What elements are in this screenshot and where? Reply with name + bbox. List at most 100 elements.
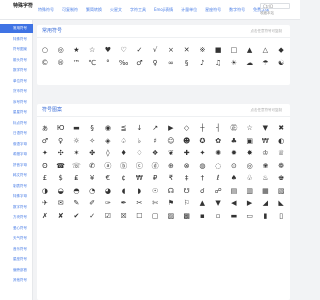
symbol-cell[interactable]: ◔ bbox=[84, 185, 100, 198]
symbol-cell[interactable]: ✘ bbox=[53, 210, 69, 223]
sidebar-item[interactable]: 数字符号 bbox=[0, 203, 33, 212]
symbol-cell[interactable]: ◆ bbox=[273, 44, 289, 57]
sidebar-item[interactable]: 特殊字母 bbox=[0, 192, 33, 201]
symbol-cell[interactable]: ✈ bbox=[37, 197, 53, 210]
symbol-cell[interactable]: ◣ bbox=[273, 197, 289, 210]
symbol-cell[interactable]: ☒ bbox=[116, 210, 132, 223]
symbol-cell[interactable]: ▼ bbox=[258, 122, 274, 135]
symbol-cell[interactable]: △ bbox=[258, 44, 274, 57]
symbol-cell[interactable]: ♤ bbox=[116, 135, 132, 148]
symbol-cell[interactable]: ▤ bbox=[226, 185, 242, 198]
symbol-cell[interactable]: ✐ bbox=[84, 197, 100, 210]
nav-item[interactable]: 繁简转换 bbox=[86, 7, 102, 13]
nav-item[interactable]: 计量单位 bbox=[181, 7, 197, 13]
symbol-cell[interactable]: ◍ bbox=[195, 160, 211, 173]
symbol-cell[interactable]: ❁ bbox=[273, 160, 289, 173]
symbol-cell[interactable]: ♂ bbox=[37, 135, 53, 148]
symbol-cell[interactable]: ° bbox=[100, 57, 116, 70]
symbol-cell[interactable]: ♡ bbox=[116, 44, 132, 57]
symbol-cell[interactable]: ◓ bbox=[69, 185, 85, 198]
bookmark-shortcut[interactable]: CtrlD bbox=[260, 3, 290, 9]
symbol-cell[interactable]: ◐ bbox=[273, 135, 289, 148]
symbol-cell[interactable]: ◊ bbox=[100, 147, 116, 160]
symbol-cell[interactable]: $ bbox=[53, 172, 69, 185]
symbol-cell[interactable]: ★ bbox=[69, 44, 85, 57]
symbol-cell[interactable]: ♀ bbox=[147, 57, 163, 70]
symbol-cell[interactable]: ⊙ bbox=[226, 160, 242, 173]
symbol-cell[interactable]: ✚ bbox=[179, 147, 195, 160]
symbol-cell[interactable]: ✣ bbox=[53, 147, 69, 160]
symbol-cell[interactable]: ▬ bbox=[69, 122, 85, 135]
symbol-cell[interactable]: ∞ bbox=[163, 57, 179, 70]
symbol-cell[interactable]: ℓ bbox=[210, 172, 226, 185]
symbol-cell[interactable]: † bbox=[195, 172, 211, 185]
symbol-cell[interactable]: ₩ bbox=[132, 172, 148, 185]
symbol-cell[interactable]: ☊ bbox=[163, 185, 179, 198]
symbol-cell[interactable]: ❀ bbox=[258, 160, 274, 173]
symbol-cell[interactable]: ⓐ bbox=[100, 160, 116, 173]
symbol-cell[interactable]: × bbox=[163, 44, 179, 57]
symbol-cell[interactable]: ♂ bbox=[132, 57, 148, 70]
symbol-cell[interactable]: ▼ bbox=[210, 197, 226, 210]
symbol-cell[interactable]: ₹ bbox=[163, 172, 179, 185]
symbol-cell[interactable]: ▢ bbox=[147, 210, 163, 223]
sidebar-item[interactable]: 方块符号 bbox=[0, 213, 33, 222]
symbol-cell[interactable]: ○ bbox=[37, 44, 53, 57]
symbol-cell[interactable]: © bbox=[37, 57, 53, 70]
symbol-cell[interactable]: ☍ bbox=[210, 185, 226, 198]
symbol-cell[interactable]: ♕ bbox=[273, 147, 289, 160]
sidebar-item[interactable]: 韩文符号 bbox=[0, 171, 33, 180]
symbol-cell[interactable]: ▫ bbox=[210, 210, 226, 223]
nav-item[interactable]: 特殊符号 bbox=[38, 7, 54, 13]
symbol-cell[interactable]: ┤ bbox=[210, 122, 226, 135]
symbol-cell[interactable]: ♔ bbox=[258, 147, 274, 160]
sidebar-item[interactable]: 星星符号 bbox=[0, 108, 33, 117]
symbol-cell[interactable]: ☻ bbox=[179, 135, 195, 148]
symbol-cell[interactable]: ぁ bbox=[37, 122, 53, 135]
symbol-cell[interactable]: § bbox=[179, 57, 195, 70]
symbol-cell[interactable]: ✶ bbox=[69, 147, 85, 160]
symbol-cell[interactable]: ▧ bbox=[273, 185, 289, 198]
symbol-cell[interactable]: ☎ bbox=[53, 160, 69, 173]
symbol-cell[interactable]: ✦ bbox=[37, 147, 53, 160]
symbol-cell[interactable]: ™ bbox=[69, 57, 85, 70]
symbol-cell[interactable]: ☂ bbox=[258, 57, 274, 70]
symbol-cell[interactable]: ◇ bbox=[179, 122, 195, 135]
symbol-cell[interactable]: ¥ bbox=[84, 172, 100, 185]
symbol-cell[interactable]: ✦ bbox=[195, 147, 211, 160]
symbol-cell[interactable]: ♠ bbox=[226, 172, 242, 185]
sidebar-item[interactable]: 俄语字母 bbox=[0, 140, 33, 149]
nav-item[interactable]: Emoji表情 bbox=[154, 7, 173, 13]
site-logo[interactable]: 特殊字符 bbox=[13, 3, 33, 10]
symbol-cell[interactable]: ♧ bbox=[242, 172, 258, 185]
symbol-cell[interactable]: ◑ bbox=[37, 185, 53, 198]
symbol-cell[interactable]: ☼ bbox=[69, 135, 85, 148]
symbol-cell[interactable]: ✉ bbox=[53, 197, 69, 210]
symbol-cell[interactable]: ↓ bbox=[132, 122, 148, 135]
symbol-cell[interactable]: ¢ bbox=[116, 172, 132, 185]
symbol-cell[interactable]: ◈ bbox=[100, 135, 116, 148]
nav-item[interactable]: 火星文 bbox=[110, 7, 122, 13]
symbol-cell[interactable]: Ю bbox=[53, 122, 69, 135]
symbol-cell[interactable]: ☆ bbox=[84, 44, 100, 57]
symbol-cell[interactable]: ⚐ bbox=[179, 197, 195, 210]
symbol-cell[interactable]: ✤ bbox=[84, 147, 100, 160]
symbol-cell[interactable]: ✿ bbox=[210, 135, 226, 148]
symbol-cell[interactable]: ◎ bbox=[53, 44, 69, 57]
symbol-cell[interactable]: ₩ bbox=[258, 135, 274, 148]
sidebar-item[interactable]: 日语符号 bbox=[0, 129, 33, 138]
symbol-cell[interactable]: ♣ bbox=[226, 135, 242, 148]
symbol-cell[interactable]: ▮ bbox=[258, 210, 274, 223]
symbol-cell[interactable]: ♯ bbox=[147, 135, 163, 148]
symbol-cell[interactable]: ☯ bbox=[273, 57, 289, 70]
symbol-cell[interactable]: ⚑ bbox=[163, 197, 179, 210]
sidebar-item[interactable]: 偏旁部首 bbox=[0, 266, 33, 275]
symbol-cell[interactable]: ‰ bbox=[116, 57, 132, 70]
symbol-cell[interactable]: ☑ bbox=[100, 210, 116, 223]
symbol-cell[interactable]: √ bbox=[147, 44, 163, 57]
symbol-cell[interactable]: ✺ bbox=[210, 147, 226, 160]
nav-item[interactable]: 字符工具 bbox=[130, 7, 146, 13]
symbol-cell[interactable]: ✂ bbox=[132, 197, 148, 210]
symbol-cell[interactable]: ⊗ bbox=[179, 160, 195, 173]
symbol-cell[interactable]: ✕ bbox=[179, 44, 195, 57]
